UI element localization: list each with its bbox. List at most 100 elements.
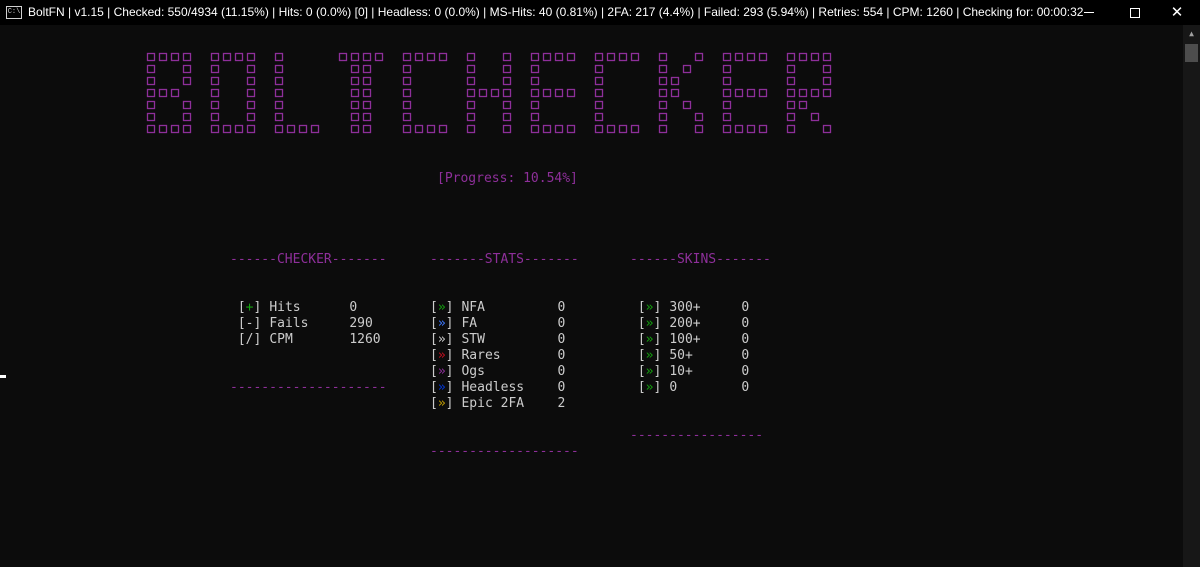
banner-cell: [274, 88, 284, 98]
stats-header: -------STATS-------: [430, 252, 579, 267]
checker-symbol-icon: +: [245, 300, 254, 315]
banner-cell: [746, 52, 756, 62]
banner-cell: [234, 124, 244, 134]
skins-value: 0: [741, 332, 750, 347]
banner-cell: [530, 76, 540, 86]
banner-cell: [822, 52, 832, 62]
skins-bracket-open: [: [637, 364, 646, 379]
checker-label: CPM: [269, 332, 293, 347]
banner-logo: [146, 52, 832, 134]
banner-cell: [502, 76, 512, 86]
banner-cell: [606, 124, 616, 134]
stats-bracket-open: [: [430, 364, 438, 379]
banner-cell: [530, 88, 540, 98]
skins-panel: ------SKINS------- [»] 300+ 0 [»] 200+ 0 [»]…: [630, 220, 771, 460]
banner-cell: [722, 112, 732, 122]
banner-cell: [786, 52, 796, 62]
checker-value: 1260: [349, 332, 381, 347]
console-app-icon[interactable]: C:\: [6, 6, 22, 19]
banner-cell: [530, 64, 540, 74]
banner-cell: [502, 112, 512, 122]
stats-symbol-icon: »: [437, 348, 446, 363]
stats-bracket-open: [: [430, 316, 438, 331]
stats-bracket-open: [: [430, 348, 438, 363]
scroll-up-arrow-icon[interactable]: ▲: [1183, 25, 1200, 42]
banner-cell: [722, 88, 732, 98]
minimize-button[interactable]: [1066, 0, 1112, 25]
banner-cell: [554, 52, 564, 62]
banner-cell: [210, 88, 220, 98]
skins-bracket-close: ]: [653, 348, 662, 363]
checker-panel: ------CHECKER------- [+] Hits 0 [-] Fails 29…: [230, 220, 387, 412]
skins-row-indent: [630, 348, 638, 364]
banner-cell: [594, 64, 604, 74]
skins-row-indent: [630, 380, 638, 396]
banner-cell: [146, 64, 156, 74]
banner-cell: [530, 52, 540, 62]
skins-bracket-close: ]: [653, 380, 662, 395]
skins-footer: -----------------: [630, 428, 764, 443]
skins-label: 0: [669, 380, 678, 395]
banner-cell: [362, 76, 372, 86]
skins-row-indent: [630, 300, 638, 316]
stats-bracket-open: [: [430, 332, 438, 347]
skins-label: 300+: [669, 300, 701, 315]
title-bar[interactable]: C:\ BoltFN | v1.15 | Checked: 550/4934 (…: [0, 0, 1200, 25]
skins-value: 0: [741, 380, 750, 395]
banner-cell: [542, 124, 552, 134]
maximize-button[interactable]: [1112, 0, 1158, 25]
skins-bracket-open: [: [637, 300, 646, 315]
scroll-thumb[interactable]: [1185, 44, 1198, 62]
skins-bracket-open: [: [637, 380, 646, 395]
banner-cell: [246, 112, 256, 122]
stats-symbol-icon: »: [437, 364, 446, 379]
banner-cell: [502, 64, 512, 74]
checker-row-indent: [230, 316, 238, 332]
banner-cell: [246, 64, 256, 74]
banner-cell: [182, 100, 192, 110]
skins-header: ------SKINS-------: [630, 252, 771, 267]
banner-cell: [146, 76, 156, 86]
banner-cell: [722, 52, 732, 62]
stats-symbol-icon: »: [437, 332, 446, 347]
banner-cell: [530, 112, 540, 122]
stats-value: 2: [557, 396, 566, 411]
stats-row: [»] NFA 0: [430, 300, 579, 316]
banner-cell: [182, 112, 192, 122]
close-button[interactable]: ✕: [1154, 0, 1200, 25]
stats-label: NFA: [461, 300, 485, 315]
banner-cell: [438, 52, 448, 62]
banner-cell: [466, 100, 476, 110]
banner-cell: [350, 124, 360, 134]
banner-cell: [402, 52, 412, 62]
skins-row-indent: [630, 364, 638, 380]
banner-cell: [274, 124, 284, 134]
checker-bracket-close: ]: [253, 316, 262, 331]
banner-cell: [466, 76, 476, 86]
checker-row: [+] Hits 0: [230, 300, 387, 316]
banner-cell: [438, 124, 448, 134]
banner-cell: [810, 52, 820, 62]
checker-bracket-open: [: [237, 316, 246, 331]
skins-bracket-close: ]: [653, 300, 662, 315]
banner-cell: [758, 88, 768, 98]
maximize-icon: [1130, 7, 1140, 18]
stats-row: [»] Ogs 0: [430, 364, 579, 380]
stats-bracket-open: [: [430, 300, 438, 315]
banner-cell: [350, 64, 360, 74]
banner-cell: [350, 52, 360, 62]
skins-row: [»] 300+ 0: [630, 300, 771, 316]
stats-row: [»] Rares 0: [430, 348, 579, 364]
stats-bracket-open: [: [430, 380, 438, 395]
banner-cell: [310, 124, 320, 134]
stats-value: 0: [557, 364, 566, 379]
skins-value: 0: [741, 364, 750, 379]
banner-cell: [786, 124, 796, 134]
banner-cell: [210, 76, 220, 86]
banner-cell: [658, 52, 668, 62]
stats-bracket-close: ]: [445, 380, 454, 395]
vertical-scrollbar[interactable]: ▲: [1183, 25, 1200, 567]
banner-cell: [170, 88, 180, 98]
banner-cell: [246, 52, 256, 62]
stats-bracket-close: ]: [445, 332, 454, 347]
